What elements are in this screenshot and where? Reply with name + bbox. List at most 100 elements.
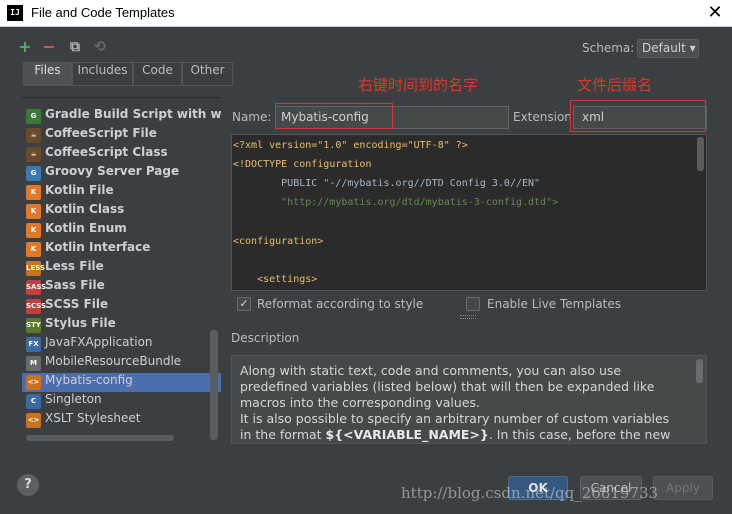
list-horizontal-scrollbar[interactable]	[26, 435, 174, 441]
extension-label: Extension:	[513, 110, 576, 124]
template-list-item[interactable]: ☕ CoffeeScript Class	[22, 145, 221, 164]
description-scrollbar[interactable]	[696, 359, 703, 383]
schema-dropdown[interactable]: Default ▾	[637, 39, 699, 58]
code-line: PUBLIC "-//mybatis.org//DTD Config 3.0//…	[233, 178, 541, 189]
template-file-icon: FX	[26, 337, 41, 352]
help-icon[interactable]: ?	[17, 474, 39, 496]
template-list-label: Less File	[45, 259, 104, 273]
editor-scrollbar[interactable]	[697, 137, 704, 171]
template-list-item[interactable]: C Singleton	[22, 392, 221, 411]
template-file-icon: K	[26, 204, 41, 219]
template-list-item[interactable]: ☕ CoffeeScript File	[22, 126, 221, 145]
name-label: Name:	[232, 110, 272, 124]
template-file-icon: K	[26, 185, 41, 200]
template-list-label: SCSS File	[45, 297, 109, 311]
name-highlight-box	[275, 103, 393, 129]
template-list-item[interactable]: G Groovy Server Page	[22, 164, 221, 183]
template-file-icon: SASS	[26, 280, 46, 295]
variable-syntax: ${<VARIABLE_NAME>}	[325, 427, 489, 442]
template-list-item[interactable]: K Kotlin File	[22, 183, 221, 202]
template-list-item[interactable]: G Gradle Build Script with wrap	[22, 107, 221, 126]
tab-files[interactable]: Files	[23, 62, 72, 86]
tab-other[interactable]: Other	[182, 62, 233, 86]
template-list-label: Sass File	[45, 278, 105, 292]
template-list-label: Gradle Build Script with wrap	[45, 107, 221, 121]
description-line: Along with static text, code and comment…	[240, 363, 622, 378]
template-list-item[interactable]: K Kotlin Class	[22, 202, 221, 221]
remove-template-icon[interactable]: −	[40, 38, 58, 56]
template-list-label: Groovy Server Page	[45, 164, 180, 178]
template-list-label: CoffeeScript File	[45, 126, 157, 140]
code-line: <settings>	[233, 274, 318, 285]
description-title: Description	[231, 331, 300, 345]
template-file-icon: ☕	[26, 147, 41, 162]
template-list-label: XSLT Stylesheet	[45, 411, 141, 425]
copy-template-icon[interactable]: ⧉	[66, 38, 84, 56]
template-list-item[interactable]: K Kotlin Interface	[22, 240, 221, 259]
tab-includes[interactable]: Includes	[72, 62, 133, 86]
live-templates-label: Enable Live Templates	[487, 297, 622, 311]
template-list-item[interactable]: <> Mybatis-config	[22, 373, 221, 392]
list-vertical-scrollbar[interactable]	[210, 330, 218, 440]
template-code-editor[interactable]: <?xml version="1.0" encoding="UTF-8" ?> …	[231, 134, 707, 291]
code-line: <configuration>	[233, 236, 324, 247]
template-list-label: Mybatis-config	[45, 373, 133, 387]
code-line: <?xml version="1.0" encoding="UTF-8" ?>	[233, 140, 468, 151]
template-file-icon: SCSS	[26, 299, 46, 314]
template-list-label: JavaFXApplication	[45, 335, 153, 349]
template-list-item[interactable]: LESS Less File	[22, 259, 221, 278]
reformat-label: Reformat according to style	[257, 297, 424, 311]
template-file-icon: G	[26, 166, 41, 181]
reformat-checkbox[interactable]: ✓	[237, 297, 251, 311]
code-line: <!DOCTYPE configuration	[233, 159, 372, 170]
live-templates-checkbox[interactable]	[466, 297, 480, 311]
template-list-item[interactable]: SCSS SCSS File	[22, 297, 221, 316]
close-icon[interactable]: ✕	[704, 1, 726, 25]
reset-template-icon[interactable]: ⟲	[91, 38, 109, 56]
name-annotation: 右键时间到的名字	[358, 76, 479, 94]
template-file-icon: C	[26, 394, 41, 409]
template-file-icon: M	[26, 356, 41, 371]
splitter-grip[interactable]	[460, 315, 476, 319]
template-list-item[interactable]: M MobileResourceBundle	[22, 354, 221, 373]
template-file-icon: G	[26, 109, 41, 124]
template-file-icon: STY	[26, 318, 41, 333]
template-list-item[interactable]: STY Stylus File	[22, 316, 221, 335]
intellij-icon: IJ	[7, 5, 23, 21]
template-list-item[interactable]: <> XSLT Stylesheet	[22, 411, 221, 430]
window-title: File and Code Templates	[31, 5, 175, 20]
template-file-icon: ☕	[26, 128, 41, 143]
description-line: in the format ${<VARIABLE_NAME>}. In thi…	[240, 427, 680, 443]
template-list[interactable]: G Gradle Build Script with wrap ☕ CoffeeScr…	[22, 97, 221, 444]
template-list-label: Kotlin Interface	[45, 240, 151, 254]
template-list-label: Kotlin File	[45, 183, 114, 197]
apply-button[interactable]: Apply	[653, 476, 713, 500]
template-list-label: Kotlin Enum	[45, 221, 127, 235]
title-bar: IJ File and Code Templates ✕	[0, 0, 732, 27]
template-list-label: Singleton	[45, 392, 102, 406]
description-text: Along with static text, code and comment…	[240, 363, 680, 443]
description-panel: Along with static text, code and comment…	[231, 355, 707, 444]
schema-label: Schema:	[582, 41, 635, 55]
description-line: predefined variables (listed below) that…	[240, 379, 655, 394]
template-list-label: Kotlin Class	[45, 202, 125, 216]
description-line: macros into the corresponding values.	[240, 395, 480, 410]
description-fragment: . In this case, before the new	[488, 427, 671, 442]
template-list-label: CoffeeScript Class	[45, 145, 168, 159]
watermark-text: http://blog.csdn.net/qq_26819733	[401, 484, 659, 502]
description-line: It is also possible to specify an arbitr…	[240, 411, 670, 426]
template-file-icon: <>	[26, 413, 41, 428]
description-fragment: in the format	[240, 427, 326, 442]
template-file-icon: LESS	[26, 261, 45, 276]
template-file-icon: K	[26, 223, 41, 238]
template-list-item[interactable]: SASS Sass File	[22, 278, 221, 297]
extension-highlight-box	[570, 100, 706, 132]
template-list-item[interactable]: K Kotlin Enum	[22, 221, 221, 240]
code-line: "http://mybatis.org/dtd/mybatis-3-config…	[233, 197, 559, 208]
template-list-label: Stylus File	[45, 316, 116, 330]
template-file-icon: <>	[26, 375, 41, 390]
add-template-icon[interactable]: +	[16, 38, 34, 56]
template-list-item[interactable]: FX JavaFXApplication	[22, 335, 221, 354]
extension-annotation: 文件后缀名	[577, 76, 653, 94]
tab-code[interactable]: Code	[133, 62, 182, 86]
